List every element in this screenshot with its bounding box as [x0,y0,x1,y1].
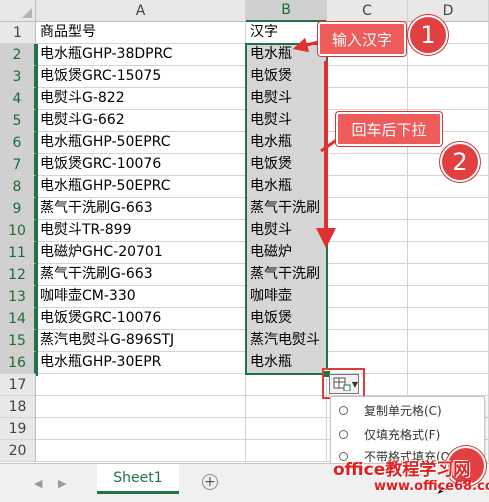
menu-item-fill-format-only[interactable]: 仅填充格式(F) [331,423,484,445]
nav-next-sheet-icon[interactable]: ▶ [58,477,66,490]
watermark-url: www.office68.com [374,479,489,494]
menu-item-copy-cells[interactable]: 复制单元格(C) [331,399,484,421]
callout-input-hanzi: 输入汉字 [318,22,406,56]
step-badge-2: 2 [440,142,480,182]
callout-enter-drag: 回车后下拉 [336,112,442,146]
radio-icon[interactable] [339,429,348,439]
arrow-step1 [292,37,319,53]
menu-item-label: 复制单元格(C) [364,403,442,418]
tab-sheet1[interactable]: Sheet1 [97,464,179,494]
add-sheet-button[interactable]: + [202,474,218,490]
chevron-down-icon: ▼ [351,379,358,389]
radio-icon[interactable] [339,405,348,415]
step-badge-1: 1 [408,15,448,55]
watermark-text: office教程学习网 [333,460,471,480]
autofill-options-button[interactable]: ▼ [329,374,359,394]
autofill-icon [333,377,351,391]
nav-prev-sheet-icon[interactable]: ◀ [34,477,42,490]
menu-item-label: 仅填充格式(F) [364,427,441,442]
